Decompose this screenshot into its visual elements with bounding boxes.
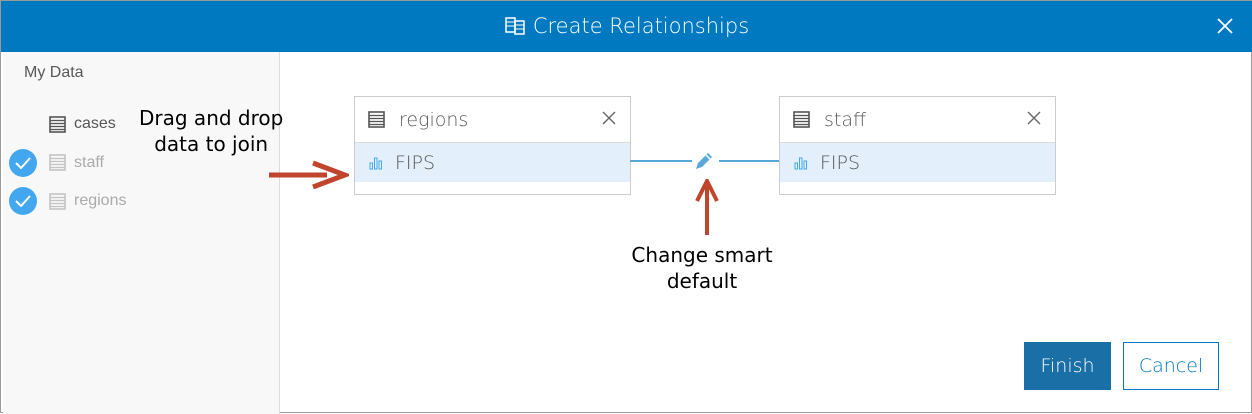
finish-button[interactable]: Finish — [1024, 342, 1111, 390]
join-field[interactable]: FIPS — [780, 142, 1055, 182]
arrow-up-icon — [695, 179, 719, 235]
card-title: staff — [824, 108, 867, 131]
annotation-line: Change smart — [631, 243, 773, 267]
sidebar-item-staff[interactable]: staff — [9, 148, 104, 177]
connector-line — [719, 160, 779, 162]
arrow-right-icon — [269, 160, 349, 189]
table-icon — [793, 111, 810, 128]
card-title: regions — [399, 108, 469, 131]
table-card-staff[interactable]: staff FIPS — [779, 96, 1056, 195]
sidebar-title: My Data — [24, 64, 84, 81]
dialog-title: Create Relationships — [1, 14, 1252, 38]
edit-pencil-icon[interactable] — [693, 150, 715, 172]
check-icon — [9, 187, 37, 215]
table-card-regions[interactable]: regions FIPS — [354, 96, 631, 195]
sidebar-item-cases[interactable]: cases — [9, 110, 116, 138]
check-icon — [9, 148, 37, 177]
sidebar-item-regions[interactable]: regions — [9, 187, 126, 215]
field-name: FIPS — [395, 151, 436, 174]
dialog-header: Create Relationships — [1, 1, 1252, 52]
number-field-icon — [369, 157, 382, 169]
table-icon — [49, 192, 66, 210]
relationship-icon — [505, 17, 525, 35]
cancel-button[interactable]: Cancel — [1123, 342, 1219, 390]
sidebar-item-label: staff — [74, 153, 104, 171]
table-icon — [49, 154, 66, 171]
number-field-icon — [794, 157, 807, 169]
drag-annotation: Drag and drop data to join — [139, 105, 283, 157]
card-header: staff — [780, 97, 1055, 142]
sidebar-item-label: regions — [74, 192, 127, 209]
remove-icon[interactable] — [600, 109, 618, 127]
table-icon — [49, 115, 66, 133]
change-default-annotation: Change smart default — [621, 242, 783, 294]
card-header: regions — [355, 97, 630, 142]
connector-line — [630, 160, 692, 162]
join-field[interactable]: FIPS — [355, 142, 630, 182]
title-text: Create Relationships — [532, 14, 750, 38]
table-icon — [368, 111, 385, 128]
annotation-line: data to join — [154, 132, 269, 156]
annotation-line: default — [666, 269, 738, 293]
sidebar-item-label: cases — [74, 115, 116, 132]
field-name: FIPS — [820, 151, 861, 174]
close-icon[interactable] — [1215, 16, 1235, 36]
remove-icon[interactable] — [1025, 109, 1043, 127]
annotation-line: Drag and drop — [139, 106, 284, 130]
